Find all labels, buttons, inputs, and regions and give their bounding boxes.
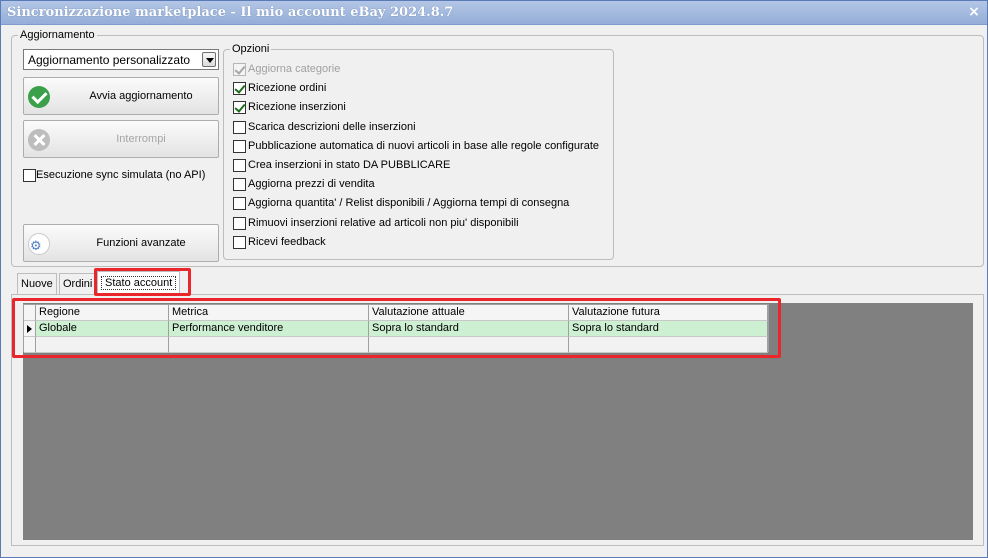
- option-label: Aggiorna categorie: [248, 63, 341, 75]
- close-icon[interactable]: ×: [967, 4, 981, 20]
- simulated-sync-box[interactable]: [23, 169, 36, 182]
- option-label: Ricezione ordini: [248, 82, 327, 94]
- row-indicator[interactable]: [24, 321, 36, 337]
- simulated-sync-label: Esecuzione sync simulata (no API): [36, 169, 206, 181]
- option-label: Scarica descrizioni delle inserzioni: [248, 121, 416, 133]
- option-checkbox[interactable]: [233, 121, 246, 134]
- tab-nuove[interactable]: Nuove: [17, 273, 57, 295]
- option-checkbox[interactable]: [233, 178, 246, 191]
- cell-empty[interactable]: [36, 337, 169, 353]
- cell-empty[interactable]: [569, 337, 768, 353]
- sync-window: Sincronizzazione marketplace - Il mio ac…: [0, 0, 988, 558]
- column-header-regione[interactable]: Regione: [36, 305, 169, 321]
- cancel-circle-icon: [28, 129, 50, 151]
- tab-stato-account-label: Stato account: [101, 276, 177, 290]
- row-indicator[interactable]: [24, 337, 36, 353]
- row-header-corner: [24, 305, 36, 321]
- column-header-metrica[interactable]: Metrica: [169, 305, 369, 321]
- option-label: Pubblicazione automatica di nuovi artico…: [248, 140, 599, 152]
- update-mode-select[interactable]: Aggiornamento personalizzato: [23, 49, 219, 70]
- stop-button[interactable]: Interrompi: [23, 120, 219, 158]
- option-label: Aggiorna prezzi di vendita: [248, 178, 375, 190]
- option-checkbox[interactable]: [233, 140, 246, 153]
- grid-header-row: Regione Metrica Valutazione attuale Valu…: [24, 305, 768, 321]
- opzioni-legend: Opzioni: [230, 43, 272, 55]
- cell-metrica[interactable]: Performance venditore: [169, 321, 369, 337]
- check-circle-icon: [28, 86, 50, 108]
- settings-document-icon: [28, 233, 50, 255]
- cell-regione[interactable]: Globale: [36, 321, 169, 337]
- option-label: Aggiorna quantita' / Relist disponibili …: [248, 197, 570, 209]
- chevron-down-icon[interactable]: [202, 52, 216, 67]
- table-row[interactable]: Globale Performance venditore Sopra lo s…: [24, 321, 768, 337]
- cell-empty[interactable]: [369, 337, 569, 353]
- option-label: Ricezione inserzioni: [248, 101, 346, 113]
- tab-ordini[interactable]: Ordini: [59, 273, 97, 295]
- tab-nuove-label: Nuove: [21, 278, 53, 290]
- option-checkbox[interactable]: [233, 197, 246, 210]
- option-checkbox[interactable]: [233, 217, 246, 230]
- option-checkbox[interactable]: [233, 101, 246, 114]
- cell-valutazione-futura[interactable]: Sopra lo standard: [569, 321, 768, 337]
- stop-label: Interrompi: [116, 133, 166, 145]
- window-title: Sincronizzazione marketplace - Il mio ac…: [7, 5, 454, 20]
- start-update-label: Avvia aggiornamento: [89, 90, 193, 102]
- start-update-button[interactable]: Avvia aggiornamento: [23, 77, 219, 115]
- tab-ordini-label: Ordini: [63, 278, 93, 290]
- tab-stato-account[interactable]: Stato account: [97, 271, 181, 295]
- cell-empty[interactable]: [169, 337, 369, 353]
- advanced-functions-label: Funzioni avanzate: [96, 237, 186, 249]
- cell-valutazione-attuale[interactable]: Sopra lo standard: [369, 321, 569, 337]
- new-row[interactable]: [24, 337, 768, 353]
- title-bar[interactable]: Sincronizzazione marketplace - Il mio ac…: [1, 1, 987, 25]
- update-mode-value: Aggiornamento personalizzato: [28, 53, 191, 67]
- column-header-valutazione-futura[interactable]: Valutazione futura: [569, 305, 768, 321]
- option-label: Rimuovi inserzioni relative ad articoli …: [248, 217, 519, 229]
- aggiornamento-legend: Aggiornamento: [18, 29, 97, 41]
- option-label: Crea inserzioni in stato DA PUBBLICARE: [248, 159, 451, 171]
- advanced-functions-button[interactable]: Funzioni avanzate: [23, 224, 219, 262]
- option-checkbox[interactable]: [233, 63, 246, 76]
- option-label: Ricevi feedback: [248, 236, 326, 248]
- account-status-grid[interactable]: Regione Metrica Valutazione attuale Valu…: [23, 304, 769, 353]
- option-checkbox[interactable]: [233, 159, 246, 172]
- column-header-valutazione-attuale[interactable]: Valutazione attuale: [369, 305, 569, 321]
- option-checkbox[interactable]: [233, 236, 246, 249]
- option-checkbox[interactable]: [233, 82, 246, 95]
- row-pointer-icon: [27, 325, 32, 333]
